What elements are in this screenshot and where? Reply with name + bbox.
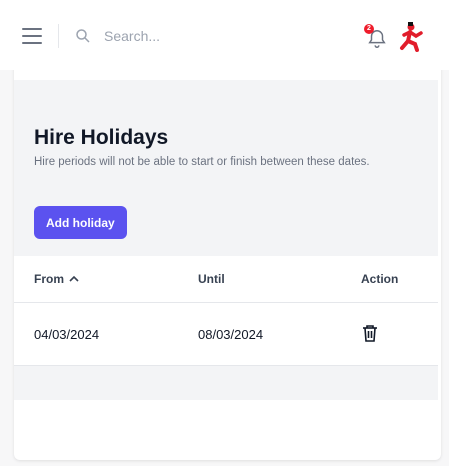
top-bar: 2 <box>0 0 449 70</box>
chevron-up-icon <box>69 275 79 282</box>
cell-from: 04/03/2024 <box>34 326 100 342</box>
holidays-table: From Until Action 04/03/2024 08/03/2024 <box>14 256 438 366</box>
column-header-until[interactable]: Until <box>198 272 225 286</box>
add-holiday-button[interactable]: Add holiday <box>34 206 127 239</box>
column-from-label: From <box>34 272 64 286</box>
table-header: From Until Action <box>14 256 438 303</box>
table-footer <box>14 366 438 400</box>
table-row: 04/03/2024 08/03/2024 <box>14 303 438 366</box>
running-figure-icon <box>400 22 423 52</box>
menu-icon[interactable] <box>22 28 42 44</box>
trash-icon <box>363 324 377 342</box>
delete-button[interactable] <box>361 323 379 346</box>
page-description: Hire periods will not be able to start o… <box>34 156 370 168</box>
divider <box>58 24 59 48</box>
search-input[interactable] <box>102 27 286 45</box>
cell-until: 08/03/2024 <box>198 326 264 342</box>
page-header: Hire Holidays Hire periods will not be a… <box>14 80 438 256</box>
column-header-action: Action <box>361 272 399 286</box>
notification-badge: 2 <box>364 24 374 34</box>
user-avatar[interactable] <box>396 22 424 52</box>
notifications-button[interactable]: 2 <box>364 24 388 50</box>
page-title: Hire Holidays <box>34 126 169 149</box>
search-bar[interactable] <box>74 22 294 50</box>
column-header-from[interactable]: From <box>34 272 79 286</box>
search-icon <box>76 29 90 43</box>
